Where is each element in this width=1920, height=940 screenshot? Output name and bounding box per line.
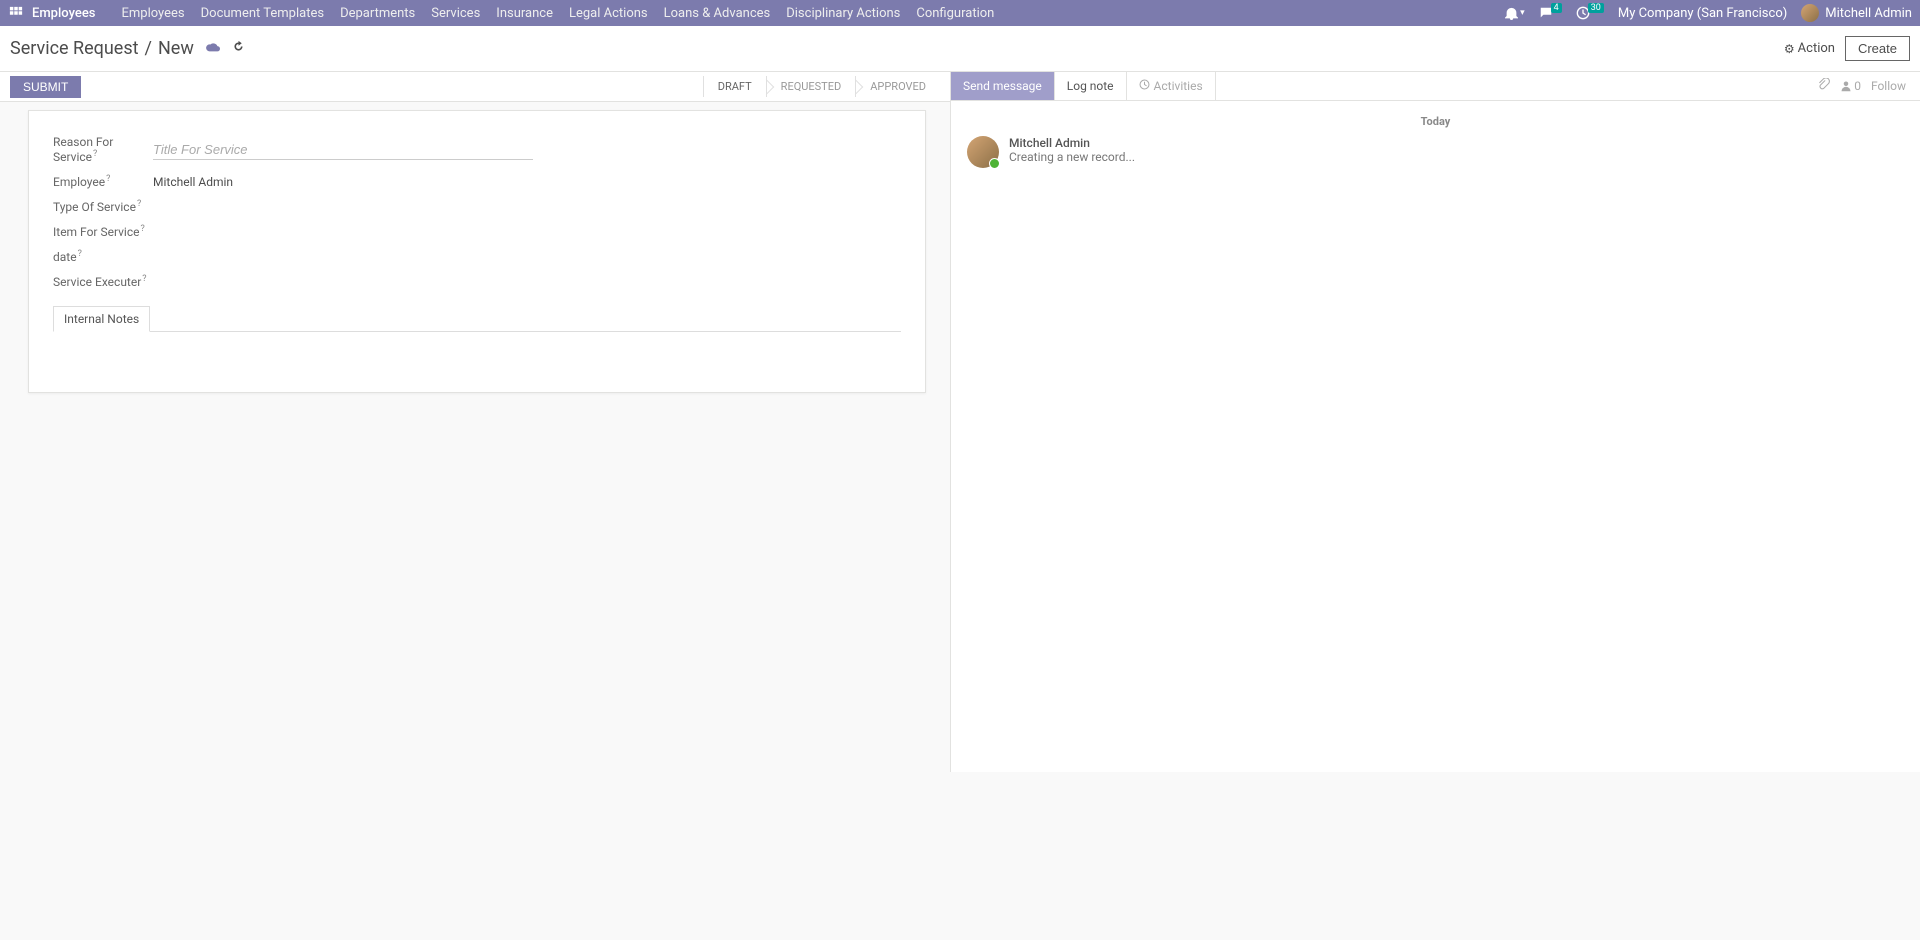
label-item: Item For Service? xyxy=(53,224,153,239)
nav-loans-advances[interactable]: Loans & Advances xyxy=(656,6,779,21)
app-name[interactable]: Employees xyxy=(32,6,95,21)
top-navbar: Employees Employees Document Templates D… xyxy=(0,0,1920,26)
send-message-button[interactable]: Send message xyxy=(951,72,1055,100)
help-icon[interactable]: ? xyxy=(106,174,110,184)
action-dropdown[interactable]: ⚙ Action xyxy=(1784,41,1835,56)
company-selector[interactable]: My Company (San Francisco) xyxy=(1618,6,1787,21)
action-label: Action xyxy=(1798,41,1835,56)
chatter-topbar: Send message Log note Activities 0 Follo… xyxy=(951,72,1920,101)
avatar-icon xyxy=(967,136,999,168)
tab-internal-notes[interactable]: Internal Notes xyxy=(53,306,150,332)
nav-employees[interactable]: Employees xyxy=(113,6,192,21)
log-note-button[interactable]: Log note xyxy=(1055,72,1127,100)
chatter-date-separator: Today xyxy=(967,115,1904,128)
label-type: Type Of Service? xyxy=(53,199,153,214)
activities-badge: 30 xyxy=(1588,3,1604,13)
user-menu[interactable]: Mitchell Admin xyxy=(1801,4,1912,22)
attachment-icon[interactable] xyxy=(1817,78,1830,94)
breadcrumb-parent[interactable]: Service Request xyxy=(10,38,139,59)
activities-icon[interactable]: 30 xyxy=(1576,6,1604,20)
help-icon[interactable]: ? xyxy=(137,199,141,209)
chatter-message: Mitchell Admin Creating a new record... xyxy=(967,136,1904,168)
submit-button[interactable]: SUBMIT xyxy=(10,76,81,98)
statusbar: SUBMIT DRAFT REQUESTED APPROVED xyxy=(0,72,950,102)
control-panel: Service Request / New ⚙ Action Create xyxy=(0,26,1920,72)
employee-value[interactable]: Mitchell Admin xyxy=(153,175,233,189)
help-icon[interactable]: ? xyxy=(142,274,146,284)
nav-document-templates[interactable]: Document Templates xyxy=(193,6,332,21)
breadcrumb: Service Request / New xyxy=(10,38,245,59)
nav-insurance[interactable]: Insurance xyxy=(488,6,561,21)
gear-icon: ⚙ xyxy=(1784,42,1795,56)
breadcrumb-separator: / xyxy=(145,38,152,59)
notifications-icon[interactable]: ▾ xyxy=(1505,7,1525,20)
cloud-unsaved-icon[interactable] xyxy=(206,40,220,58)
apps-icon[interactable] xyxy=(8,5,24,21)
help-icon[interactable]: ? xyxy=(140,224,144,234)
nav-disciplinary[interactable]: Disciplinary Actions xyxy=(778,6,908,21)
discard-icon[interactable] xyxy=(232,40,245,57)
tabs: Internal Notes xyxy=(53,305,901,332)
reason-input[interactable] xyxy=(153,140,533,160)
message-author[interactable]: Mitchell Admin xyxy=(1009,136,1135,150)
create-button[interactable]: Create xyxy=(1845,36,1910,61)
avatar-icon xyxy=(1801,4,1819,22)
help-icon[interactable]: ? xyxy=(78,249,82,259)
nav-legal-actions[interactable]: Legal Actions xyxy=(561,6,656,21)
messages-badge: 4 xyxy=(1551,3,1562,13)
messages-icon[interactable]: 4 xyxy=(1539,6,1562,20)
label-date: date? xyxy=(53,249,153,264)
step-approved[interactable]: APPROVED xyxy=(855,76,940,97)
chatter: Send message Log note Activities 0 Follo… xyxy=(950,72,1920,772)
step-requested[interactable]: REQUESTED xyxy=(766,76,856,97)
form-sheet: Reason For Service? Employee? Mitchell A… xyxy=(28,110,926,393)
breadcrumb-current: New xyxy=(158,38,194,59)
status-steps: DRAFT REQUESTED APPROVED xyxy=(703,76,940,97)
label-employee: Employee? xyxy=(53,174,153,189)
followers-count[interactable]: 0 xyxy=(1840,79,1861,93)
user-name: Mitchell Admin xyxy=(1825,6,1912,21)
step-draft[interactable]: DRAFT xyxy=(703,76,766,97)
nav-departments[interactable]: Departments xyxy=(332,6,423,21)
message-text: Creating a new record... xyxy=(1009,150,1135,164)
clock-icon xyxy=(1139,79,1150,93)
activities-button[interactable]: Activities xyxy=(1127,72,1216,100)
follow-button[interactable]: Follow xyxy=(1871,79,1906,93)
label-reason: Reason For Service? xyxy=(53,135,153,164)
help-icon[interactable]: ? xyxy=(93,149,97,159)
label-executer: Service Executer? xyxy=(53,274,153,289)
nav-configuration[interactable]: Configuration xyxy=(908,6,1002,21)
nav-services[interactable]: Services xyxy=(423,6,488,21)
